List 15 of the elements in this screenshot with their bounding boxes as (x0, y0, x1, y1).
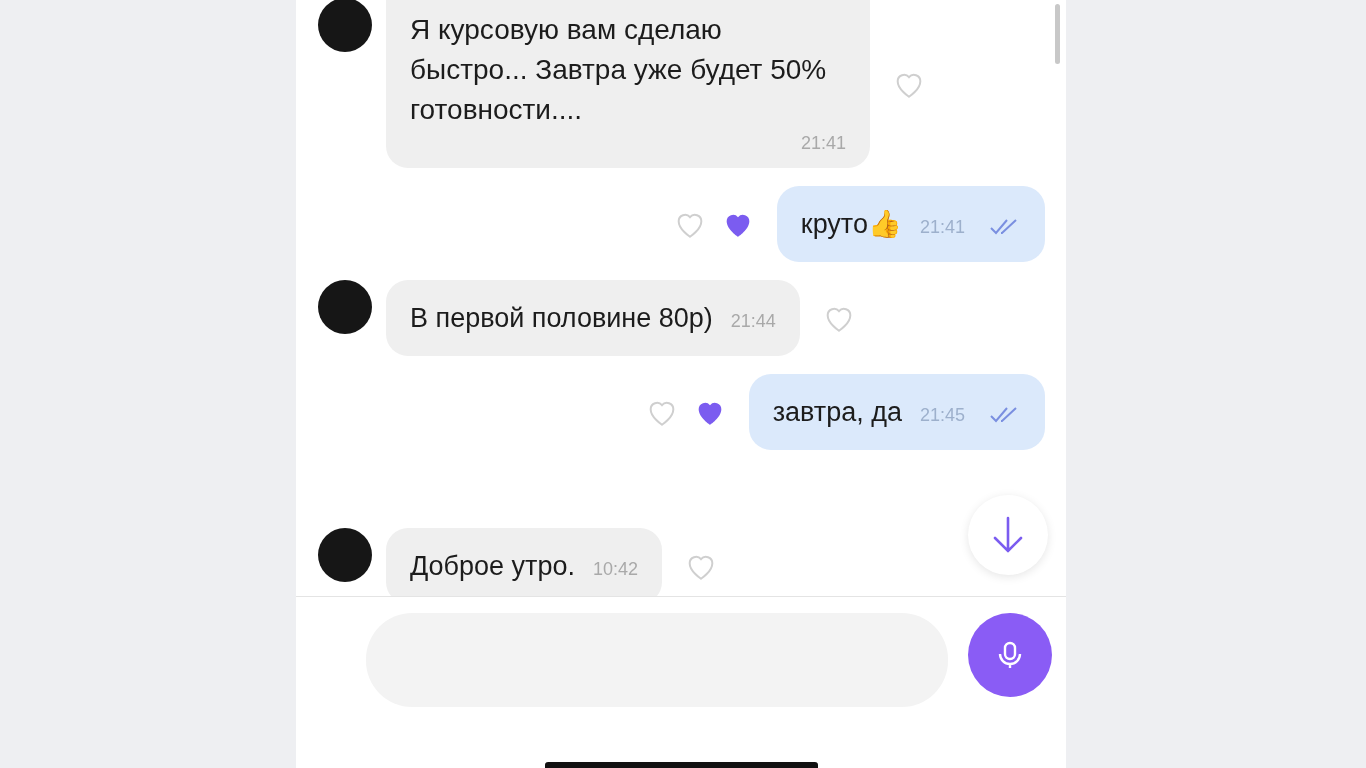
avatar (318, 528, 372, 582)
message-text: Я курсовую вам сделаю быстро... Завтра уже будет 50% готовности.... (410, 13, 828, 127)
message-time: 21:44 (730, 310, 776, 333)
message-time: 21:45 (919, 404, 965, 427)
message-text: завтра, да (772, 396, 902, 429)
message-time: 21:41 (800, 132, 846, 155)
message-text: В первой половине 80р) (410, 302, 713, 335)
message-text: Доброе утро. (410, 550, 576, 583)
message-time: 21:41 (919, 216, 965, 239)
avatar (318, 280, 372, 334)
message-text: круто👍 (800, 208, 902, 241)
message-time: 10:42 (593, 558, 639, 581)
avatar (318, 0, 372, 52)
arrow-down-icon (991, 515, 1025, 555)
scrollbar (1055, 4, 1060, 64)
